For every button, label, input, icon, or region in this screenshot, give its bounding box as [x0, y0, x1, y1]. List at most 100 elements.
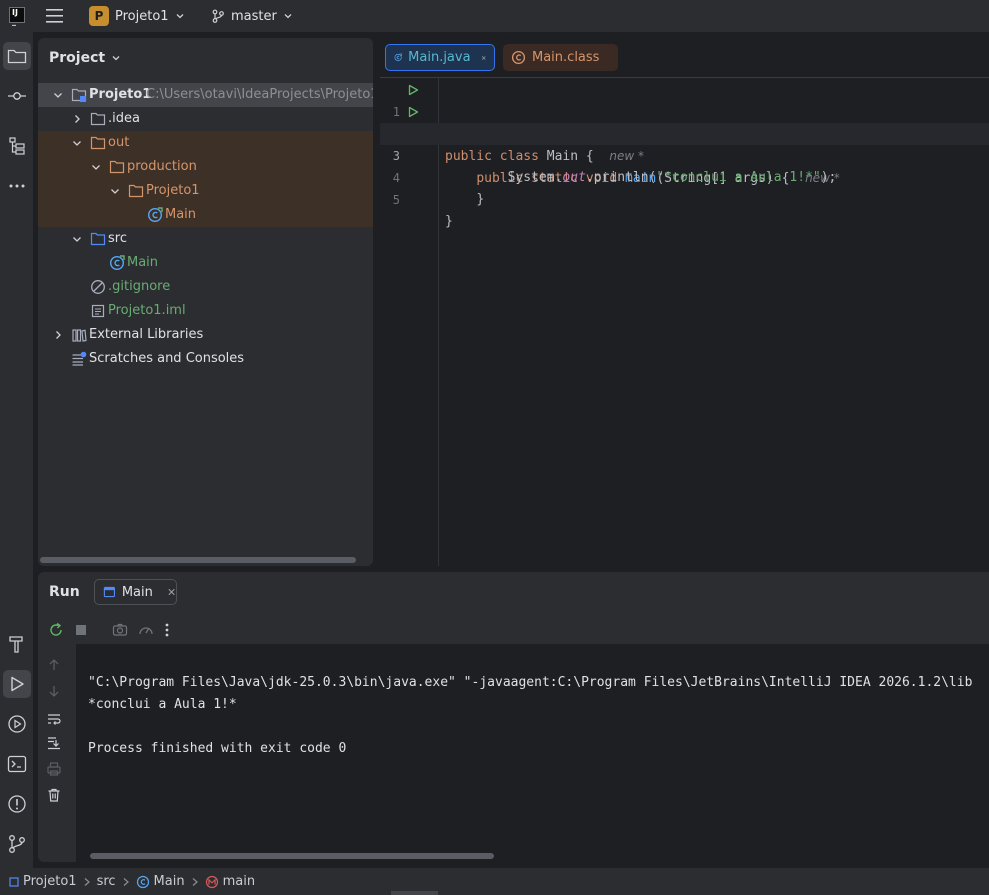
hammer-icon [9, 636, 23, 653]
excluded-folder-icon [128, 184, 144, 198]
project-switcher[interactable]: P Projeto1 [89, 6, 185, 26]
horizontal-scrollbar[interactable] [40, 557, 356, 563]
tree-item-projeto1-iml[interactable]: Projeto1.iml [38, 299, 373, 323]
project-tool-button[interactable] [3, 42, 31, 70]
terminal-icon [7, 755, 27, 773]
services-tool-button[interactable] [3, 710, 31, 738]
profiler-icon[interactable] [138, 622, 154, 638]
close-icon[interactable] [481, 53, 486, 63]
tab-main-class[interactable]: Main.class [503, 44, 618, 71]
project-view-selector[interactable]: Project [49, 50, 121, 66]
tree-item-out[interactable]: out [38, 131, 373, 155]
method-icon [205, 875, 218, 888]
chevron-down-icon[interactable] [71, 233, 83, 245]
tree-item-label: .idea [108, 111, 140, 126]
libraries-icon [72, 329, 87, 342]
run-panel-title: Run [49, 584, 80, 600]
compiled-class-icon [511, 50, 526, 65]
tree-item-projeto1-root[interactable]: Projeto1 C:\Users\otavi\IdeaProjects\Pro… [38, 83, 373, 107]
breadcrumb-main-method[interactable]: main [205, 874, 255, 889]
more-horizontal-icon [9, 184, 25, 188]
excluded-folder-icon [90, 136, 106, 150]
arrow-up-icon[interactable] [46, 657, 62, 673]
structure-tool-button[interactable] [3, 132, 31, 160]
run-gutter-icon[interactable] [407, 106, 419, 118]
chevron-right-icon[interactable] [52, 329, 64, 341]
branch-name: master [231, 8, 277, 24]
tool-window-strip [0, 32, 33, 868]
editor[interactable]: Main.java Main.class 1 public class Main… [380, 38, 989, 566]
code-line[interactable]: 2 public static void main(String[] args)… [380, 101, 989, 186]
chevron-down-icon[interactable] [109, 185, 121, 197]
services-icon [8, 715, 26, 733]
main-menu-button[interactable] [45, 7, 65, 25]
git-tool-button[interactable] [3, 830, 31, 858]
build-tool-button[interactable] [3, 630, 31, 658]
close-icon[interactable] [167, 587, 176, 597]
title-bar: IJ _ P Projeto1 master [0, 0, 989, 32]
print-icon[interactable] [46, 761, 62, 777]
rerun-icon[interactable] [48, 622, 64, 638]
more-tools-button[interactable] [3, 172, 31, 200]
problems-tool-button[interactable] [3, 790, 31, 818]
arrow-down-icon[interactable] [46, 683, 62, 699]
tab-label: Main.class [532, 50, 600, 65]
tree-item-projeto1-out[interactable]: Projeto1 [38, 179, 373, 203]
code-line[interactable]: 4 } [380, 145, 989, 207]
resize-handle[interactable] [391, 891, 438, 895]
tree-item-label: Projeto1.iml [108, 303, 186, 318]
tab-label: Main.java [408, 50, 471, 65]
tree-item-label: Main [127, 255, 159, 270]
code-line[interactable]: 1 public class Main { new * [380, 79, 989, 164]
tree-item-main-class[interactable]: Main [38, 203, 373, 227]
soft-wrap-icon[interactable] [46, 711, 62, 727]
chevron-down-icon[interactable] [52, 89, 64, 101]
chevron-down-icon[interactable] [90, 161, 102, 173]
code-line[interactable]: 5 } [380, 167, 989, 229]
tree-item-label: Projeto1 [89, 87, 152, 102]
tree-item-production[interactable]: production [38, 155, 373, 179]
folder-icon [7, 49, 27, 64]
tree-item-label: .gitignore [108, 279, 171, 294]
horizontal-scrollbar[interactable] [90, 853, 494, 859]
breadcrumb-main-class[interactable]: Main [136, 874, 185, 889]
tree-item-label: Scratches and Consoles [89, 351, 245, 366]
more-vertical-icon[interactable] [164, 622, 170, 638]
commit-tool-button[interactable] [3, 82, 31, 110]
vcs-branch-switcher[interactable]: master [211, 6, 293, 26]
run-config-tab[interactable]: Main [94, 579, 177, 605]
chevron-down-icon [284, 14, 292, 19]
intellij-logo-icon[interactable]: IJ _ [9, 7, 25, 26]
class-icon [109, 255, 125, 271]
run-icon [11, 676, 24, 692]
trash-icon[interactable] [46, 787, 62, 803]
terminal-tool-button[interactable] [3, 750, 31, 778]
tree-item-label: out [108, 135, 130, 150]
chevron-right-icon [192, 877, 198, 886]
code-line-current[interactable]: 3 System.out.println("*conclui a Aula 1!… [380, 123, 989, 185]
console-line: *conclui a Aula 1!* [88, 697, 237, 712]
breadcrumb-project[interactable]: Projeto1 [9, 874, 77, 889]
tree-item-main-java[interactable]: Main [38, 251, 373, 275]
class-icon [147, 207, 163, 223]
breadcrumb-src[interactable]: src [97, 874, 116, 889]
tree-item-src[interactable]: src [38, 227, 373, 251]
stop-icon[interactable] [74, 623, 88, 637]
camera-icon[interactable] [112, 622, 128, 638]
run-tool-button[interactable] [3, 670, 31, 698]
breadcrumb-label: main [222, 874, 256, 889]
chevron-down-icon[interactable] [71, 137, 83, 149]
class-icon [136, 875, 149, 888]
tab-main-java[interactable]: Main.java [385, 44, 495, 71]
run-gutter-icon[interactable] [407, 84, 419, 96]
tree-item-external-libraries[interactable]: External Libraries [38, 323, 373, 347]
chevron-right-icon[interactable] [71, 113, 83, 125]
tree-item-scratches[interactable]: Scratches and Consoles [38, 347, 373, 371]
scroll-to-end-icon[interactable] [46, 735, 62, 751]
run-tab-label: Main [121, 584, 153, 600]
tree-item-idea[interactable]: .idea [38, 107, 373, 131]
console-output[interactable]: "C:\Program Files\Java\jdk-25.0.3\bin\ja… [88, 650, 988, 850]
ignore-file-icon [91, 280, 105, 294]
tree-item-gitignore[interactable]: .gitignore [38, 275, 373, 299]
